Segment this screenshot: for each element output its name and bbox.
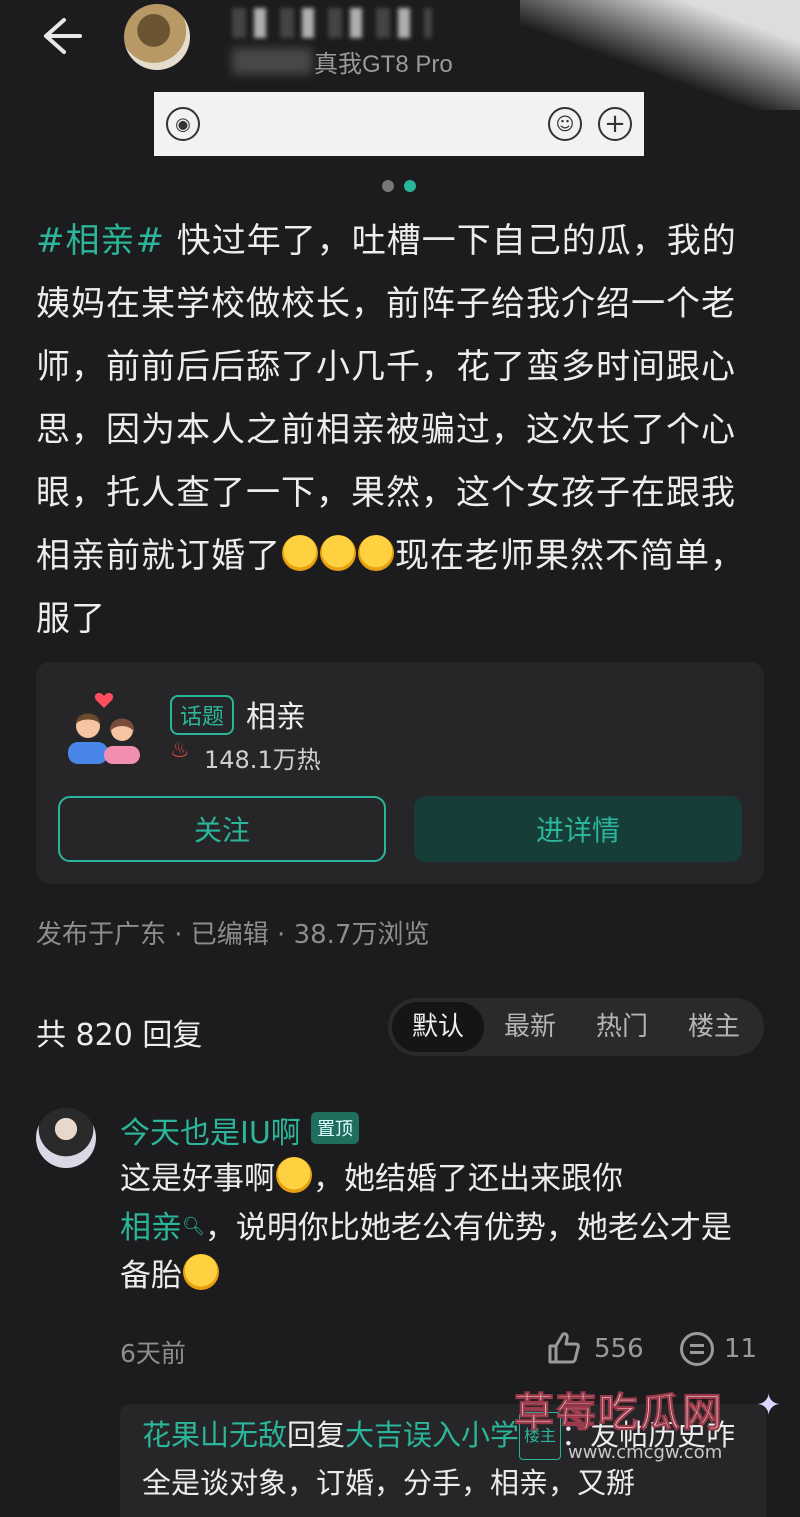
device-label: 真我GT8 Pro [314, 51, 453, 78]
topic-name[interactable]: 相亲 [246, 692, 306, 736]
back-arrow-icon[interactable] [36, 14, 88, 58]
sort-hot-tab[interactable]: 热门 [576, 1002, 668, 1052]
reply-count: 共 820 回复 [36, 1018, 203, 1053]
smug-emoji-icon [276, 1157, 312, 1193]
page-dot [382, 180, 394, 192]
pinned-badge: 置顶 [311, 1112, 359, 1144]
author-avatar[interactable] [124, 4, 190, 70]
comment-text-part: 这是好事啊 [120, 1161, 275, 1197]
commenter-avatar[interactable] [36, 1108, 96, 1168]
thumbs-up-icon[interactable] [546, 1330, 582, 1366]
comment-time: 6天前 [120, 1339, 186, 1368]
sub-reply-target[interactable]: 大吉误入小学 [345, 1418, 519, 1452]
author-name-blurred [232, 8, 432, 38]
search-link[interactable]: 相亲🔍︎ [120, 1210, 205, 1246]
post-text: 快过年了，吐槽一下自己的瓜，我的姨妈在某学校做校长，前阵子给我介绍一个老师，前前… [36, 221, 737, 576]
sparkle-icon: ✦ [756, 1388, 782, 1423]
author-badge-blurred [232, 48, 312, 74]
commenter-name[interactable]: 今天也是IU啊 [120, 1108, 301, 1152]
comment-text: 这是好事啊 ，她结婚了还出来跟你 相亲🔍︎，说明你比她老公有优势，她老公才是备胎 [120, 1155, 760, 1300]
page-dot-active [404, 180, 416, 192]
couple-icon [68, 693, 140, 764]
smug-emoji-icon [183, 1254, 219, 1290]
comment-count: 11 [724, 1334, 758, 1364]
post-meta: 发布于广东 · 已编辑 · 38.7万浏览 [36, 920, 430, 950]
emoji-icon[interactable]: ☺ [548, 107, 582, 141]
sort-default-tab[interactable]: 默认 [392, 1002, 484, 1052]
page-indicator [382, 180, 422, 192]
sort-tabs: 默认 最新 热门 楼主 [388, 998, 764, 1056]
smug-emoji-icon [358, 535, 394, 571]
comment-text-part: ，她结婚了还出来跟你 [313, 1161, 623, 1197]
smug-emoji-icon [320, 535, 356, 571]
watermark-title: 草莓吃瓜网 [514, 1390, 724, 1437]
plus-icon[interactable]: + [598, 107, 632, 141]
comment-bubble-icon[interactable] [680, 1332, 714, 1366]
sub-reply-user[interactable]: 花果山无敌 [142, 1418, 287, 1452]
follow-button[interactable]: 关注 [58, 796, 386, 862]
topic-tag-label: 话题 [170, 695, 235, 735]
details-button[interactable]: 进详情 [414, 796, 742, 862]
voice-icon[interactable]: ◉ [166, 107, 200, 141]
fire-icon: ♨ [170, 738, 190, 763]
post-body: #相亲# 快过年了，吐槽一下自己的瓜，我的姨妈在某学校做校长，前阵子给我介绍一个… [36, 210, 766, 651]
sort-op-tab[interactable]: 楼主 [668, 1002, 760, 1052]
topic-heat: 148.1万热 [204, 746, 321, 774]
like-count: 556 [594, 1334, 644, 1364]
search-icon: 🔍︎ [182, 1216, 205, 1237]
post-hashtag[interactable]: #相亲# [36, 221, 165, 261]
reply-word: 回复 [287, 1418, 346, 1452]
sort-latest-tab[interactable]: 最新 [484, 1002, 576, 1052]
smug-emoji-icon [282, 535, 318, 571]
watermark-url: www.cmcgw.com [568, 1442, 723, 1463]
